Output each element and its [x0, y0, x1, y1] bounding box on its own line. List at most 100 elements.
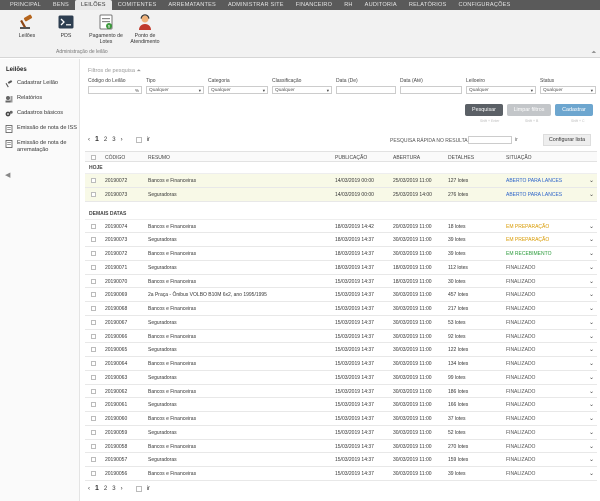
- expand-row-chevron-icon[interactable]: ⌄: [589, 191, 594, 198]
- row-checkbox[interactable]: [91, 402, 96, 408]
- nav-tab[interactable]: ADMINISTRAR SITE: [222, 0, 290, 10]
- page-goto-input[interactable]: [135, 485, 142, 492]
- nav-tab[interactable]: BENS: [47, 0, 75, 10]
- row-checkbox[interactable]: [91, 319, 96, 325]
- row-checkbox[interactable]: [91, 471, 96, 476]
- table-row[interactable]: 20190071 Seguradoras 18/03/2019 14:37 18/03…: [85, 261, 597, 275]
- header-status[interactable]: SITUAÇÃO: [506, 155, 532, 161]
- filter-input[interactable]: %: [88, 86, 142, 94]
- prev-page-button[interactable]: ‹: [88, 137, 90, 143]
- table-row[interactable]: 20190072 Bancos e Financeiras 14/03/2019 0…: [85, 174, 597, 188]
- lot-payment-ribbon-button[interactable]: $ Pagamento de Lotes: [85, 14, 127, 45]
- table-row[interactable]: 20190072 Bancos e Financeiras 18/03/2019 1…: [85, 247, 597, 261]
- row-checkbox[interactable]: [91, 361, 96, 366]
- header-code[interactable]: CÓDIGO: [105, 155, 125, 161]
- nav-tab[interactable]: ARREMATANTES: [162, 0, 222, 10]
- page-link[interactable]: 2: [104, 486, 107, 492]
- row-checkbox[interactable]: [91, 416, 96, 421]
- filter-input[interactable]: Qualquer ▾: [272, 86, 332, 94]
- table-row[interactable]: 20190060 Bancos e Financeiras 15/03/2019 1…: [85, 412, 597, 426]
- expand-row-chevron-icon[interactable]: ⌄: [589, 291, 594, 298]
- create-button[interactable]: Cadastrar: [555, 104, 593, 116]
- configure-list-button[interactable]: Configurar lista: [543, 134, 591, 146]
- table-row[interactable]: 20190062 Bancos e Financeiras 15/03/2019 1…: [85, 385, 597, 399]
- row-checkbox[interactable]: [91, 333, 96, 339]
- row-checkbox[interactable]: [91, 292, 96, 298]
- nav-tab[interactable]: RH: [338, 0, 358, 10]
- row-checkbox[interactable]: [91, 237, 96, 243]
- filter-input[interactable]: [336, 86, 396, 94]
- expand-row-chevron-icon[interactable]: ⌄: [589, 236, 594, 243]
- table-row[interactable]: 20190056 Bancos e Financeiras 15/03/2019 1…: [85, 467, 597, 481]
- select-all-checkbox[interactable]: [91, 155, 96, 160]
- expand-row-chevron-icon[interactable]: ⌄: [589, 360, 594, 367]
- table-row[interactable]: 20190074 Bancos e Financeiras 18/03/2019 1…: [85, 220, 597, 234]
- collapse-sidebar-icon[interactable]: ◀: [5, 171, 10, 179]
- table-row[interactable]: 20190058 Bancos e Financeiras 15/03/2019 1…: [85, 440, 597, 454]
- header-publication[interactable]: PUBLICAÇÃO: [335, 155, 367, 161]
- sidebar-item-iss-note[interactable]: Emissão de nota de ISS: [5, 125, 79, 133]
- pds-ribbon-button[interactable]: PDS: [45, 14, 87, 39]
- filter-input[interactable]: Qualquer ▾: [208, 86, 268, 94]
- row-checkbox[interactable]: [91, 457, 96, 463]
- sidebar-item-create-auction[interactable]: Cadastrar Leilão: [5, 80, 79, 88]
- page-goto-input[interactable]: [135, 136, 142, 143]
- sidebar-item-auction-note[interactable]: Emissão de nota de arrematação: [5, 140, 79, 153]
- auctions-ribbon-button[interactable]: Leilões: [6, 14, 48, 39]
- table-row[interactable]: 20190057 Seguradoras 15/03/2019 14:37 30/03…: [85, 453, 597, 467]
- expand-row-chevron-icon[interactable]: ⌄: [589, 456, 594, 463]
- nav-tab[interactable]: RELATÓRIOS: [403, 0, 453, 10]
- table-row[interactable]: 20190073 Seguradoras 14/03/2019 00:00 25/03…: [85, 187, 597, 202]
- header-summary[interactable]: RESUMO: [148, 155, 170, 161]
- table-row[interactable]: 20190068 Bancos e Financeiras 15/03/2019 1…: [85, 302, 597, 316]
- table-row[interactable]: 20190061 Seguradoras 15/03/2019 14:37 30/03…: [85, 398, 597, 412]
- filter-input[interactable]: Qualquer ▾: [466, 86, 536, 94]
- row-checkbox[interactable]: [91, 178, 96, 183]
- nav-tab[interactable]: LEILÕES: [74, 0, 112, 10]
- table-row[interactable]: 20190064 Bancos e Financeiras 15/03/2019 1…: [85, 357, 597, 371]
- collapse-filters-icon[interactable]: ⏶: [137, 68, 141, 74]
- expand-row-chevron-icon[interactable]: ⌄: [589, 223, 594, 230]
- table-row[interactable]: 20190070 Bancos e Financeiras 15/03/2019 1…: [85, 275, 597, 289]
- quick-search-go-button[interactable]: ir: [515, 137, 518, 143]
- filter-input[interactable]: Qualquer ▾: [540, 86, 596, 94]
- page-link[interactable]: 3: [112, 137, 115, 143]
- quick-search-input[interactable]: [468, 136, 512, 144]
- page-goto-button[interactable]: ir: [147, 137, 150, 143]
- expand-row-chevron-icon[interactable]: ⌄: [589, 250, 594, 257]
- collapse-ribbon-icon[interactable]: ⏶: [591, 50, 596, 57]
- expand-row-chevron-icon[interactable]: ⌄: [589, 388, 594, 395]
- nav-tab[interactable]: COMITENTES: [112, 0, 163, 10]
- expand-row-chevron-icon[interactable]: ⌄: [589, 429, 594, 436]
- page-link[interactable]: 3: [112, 486, 115, 492]
- expand-row-chevron-icon[interactable]: ⌄: [589, 333, 594, 340]
- clear-filters-button[interactable]: Limpar filtros: [507, 104, 551, 116]
- header-details[interactable]: DETALHES: [448, 155, 474, 161]
- filter-input[interactable]: [400, 86, 462, 94]
- row-checkbox[interactable]: [91, 374, 96, 380]
- table-row[interactable]: 20190067 Seguradoras 15/03/2019 14:37 30/03…: [85, 316, 597, 330]
- row-checkbox[interactable]: [91, 264, 96, 270]
- next-page-button[interactable]: ›: [121, 137, 123, 143]
- table-row[interactable]: 20190073 Seguradoras 18/03/2019 14:37 30/03…: [85, 233, 597, 247]
- expand-row-chevron-icon[interactable]: ⌄: [589, 264, 594, 271]
- expand-row-chevron-icon[interactable]: ⌄: [589, 305, 594, 312]
- filter-input[interactable]: Qualquer ▾: [146, 86, 204, 94]
- expand-row-chevron-icon[interactable]: ⌄: [589, 177, 594, 184]
- expand-row-chevron-icon[interactable]: ⌄: [589, 470, 594, 477]
- row-checkbox[interactable]: [91, 251, 96, 256]
- row-checkbox[interactable]: [91, 278, 96, 284]
- row-checkbox[interactable]: [91, 306, 96, 311]
- sidebar-item-basic-registers[interactable]: Cadastros básicos: [5, 110, 79, 118]
- nav-tab[interactable]: FINANCEIRO: [290, 0, 339, 10]
- page-goto-button[interactable]: ir: [147, 486, 150, 492]
- table-row[interactable]: 20190059 Seguradoras 15/03/2019 14:37 30/03…: [85, 426, 597, 440]
- expand-row-chevron-icon[interactable]: ⌄: [589, 443, 594, 450]
- expand-row-chevron-icon[interactable]: ⌄: [589, 374, 594, 381]
- nav-tab[interactable]: PRINCIPAL: [4, 0, 47, 10]
- service-point-ribbon-button[interactable]: Ponto de Atendimento: [124, 14, 166, 45]
- header-opening[interactable]: ABERTURA: [393, 155, 420, 161]
- sidebar-item-reports[interactable]: Relatórios: [5, 95, 79, 103]
- next-page-button[interactable]: ›: [121, 486, 123, 492]
- page-link[interactable]: 2: [104, 137, 107, 143]
